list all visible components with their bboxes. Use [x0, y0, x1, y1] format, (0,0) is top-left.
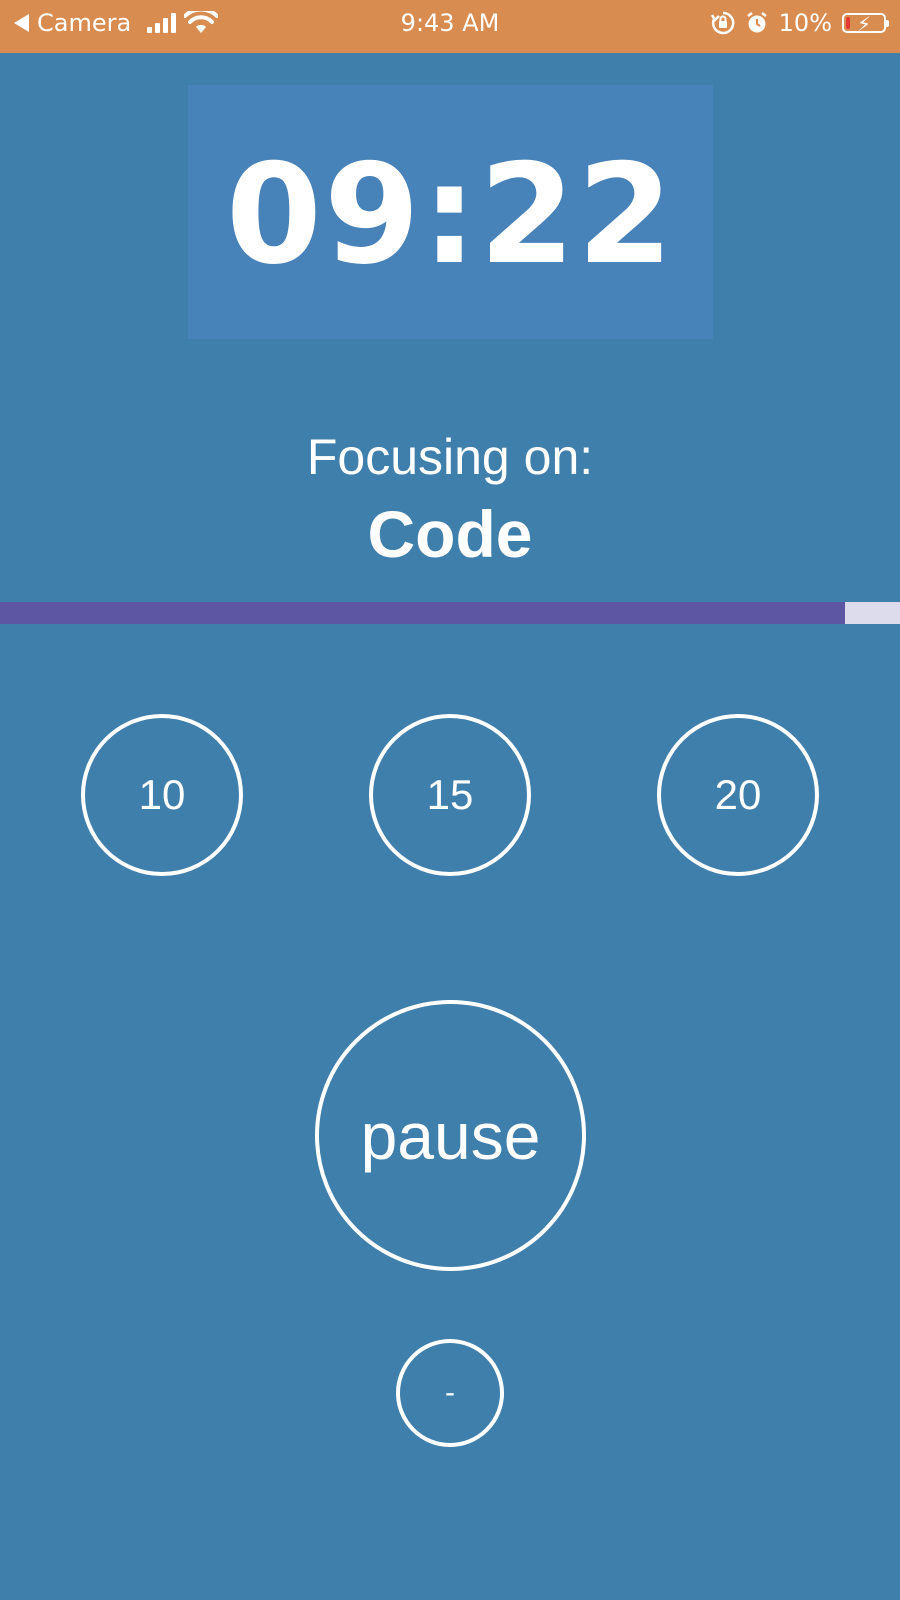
battery-charging-icon: ⚡ — [842, 12, 889, 36]
status-bar: Camera 9:43 AM 10% ⚡ — [0, 0, 900, 53]
status-bar-right: 10% ⚡ — [710, 0, 889, 46]
decrease-button[interactable]: - — [396, 1339, 504, 1447]
focus-task-name: Code — [367, 497, 533, 571]
orientation-lock-icon — [710, 11, 735, 35]
preset-10-button[interactable]: 10 — [81, 714, 243, 876]
battery-percent: 10% — [778, 9, 832, 37]
focus-label: Focusing on: — [306, 429, 594, 485]
preset-15-button[interactable]: 15 — [369, 714, 531, 876]
preset-20-button[interactable]: 20 — [657, 714, 819, 876]
timer-text: 09:22 — [225, 134, 676, 295]
progress-bar-fill — [0, 602, 846, 624]
alarm-icon — [746, 12, 767, 33]
pause-button[interactable]: pause — [315, 1000, 586, 1271]
progress-bar — [0, 602, 900, 624]
timer-display: 09:22 — [188, 85, 713, 339]
